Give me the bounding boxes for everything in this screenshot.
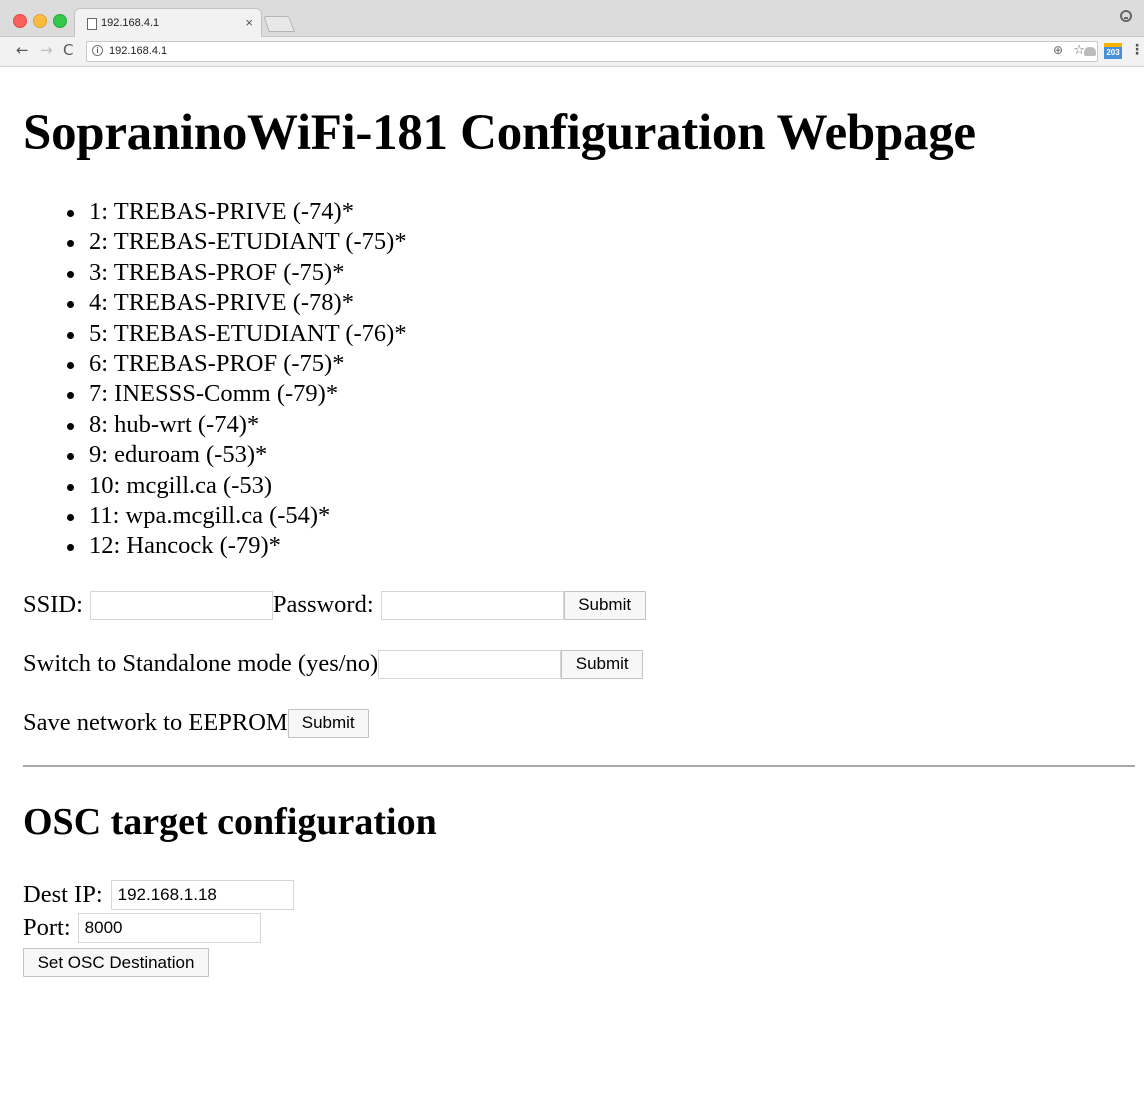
password-label: Password: [272,591,374,618]
dest-ip-input[interactable] [110,880,294,910]
address-bar[interactable]: i 192.168.4.1 ⊕ ☆ [86,41,1098,62]
list-item: 1: TREBAS-PRIVE (-74)* [67,197,407,227]
dest-ip-label: Dest IP: [23,881,103,908]
profile-icon[interactable] [1120,10,1132,22]
list-item: 7: INESSS-Comm (-79)* [67,379,407,409]
list-item: 9: eduroam (-53)* [67,440,407,470]
port-input[interactable] [77,913,261,943]
password-input[interactable] [380,590,564,620]
document-icon [87,18,97,30]
standalone-submit-button[interactable]: Submit [561,649,644,679]
eeprom-form: Save network to EEPROM Submit [23,708,369,738]
port-label: Port: [23,914,71,941]
divider [23,765,1135,767]
zoom-icon[interactable]: ⊕ [1053,43,1063,57]
osc-heading: OSC target configuration [23,801,437,843]
osc-button-row: Set OSC Destination [23,948,209,977]
standalone-input[interactable] [378,649,562,679]
list-item: 3: TREBAS-PROF (-75)* [67,258,407,288]
calendar-icon[interactable]: 203 [1104,43,1122,59]
browser-chrome: 192.168.4.1 × ← → C i 192.168.4.1 ⊕ ☆ 20… [0,0,1144,67]
forward-icon[interactable]: → [40,41,53,59]
menu-icon[interactable]: ⋮ [1130,42,1144,58]
maximize-window-button[interactable] [53,14,67,28]
eeprom-submit-button[interactable]: Submit [287,708,369,738]
close-window-button[interactable] [13,14,27,28]
tab-strip: 192.168.4.1 × [0,0,1144,37]
list-item: 5: TREBAS-ETUDIANT (-76)* [67,319,407,349]
network-list: 1: TREBAS-PRIVE (-74)* 2: TREBAS-ETUDIAN… [23,197,407,562]
ssid-label: SSID: [23,591,83,618]
list-item: 2: TREBAS-ETUDIANT (-75)* [67,227,407,257]
tab-active[interactable]: 192.168.4.1 × [74,8,262,37]
standalone-label: Switch to Standalone mode (yes/no) [23,650,379,677]
network-submit-button[interactable]: Submit [563,590,646,620]
tab-title: 192.168.4.1 [101,17,160,29]
list-item: 11: wpa.mcgill.ca (-54)* [67,501,407,531]
drive-icon[interactable] [1084,47,1096,56]
list-item: 4: TREBAS-PRIVE (-78)* [67,288,407,318]
url-text[interactable]: 192.168.4.1 [109,45,167,57]
list-item: 6: TREBAS-PROF (-75)* [67,349,407,379]
new-tab-button[interactable] [263,16,295,32]
set-osc-destination-button[interactable]: Set OSC Destination [23,948,209,977]
eeprom-label: Save network to EEPROM [23,709,288,736]
browser-toolbar: ← → C i 192.168.4.1 ⊕ ☆ 203 ⋮ [0,37,1144,65]
info-icon[interactable]: i [92,45,103,56]
network-form: SSID: Password: Submit [23,590,646,620]
dest-ip-row: Dest IP: [23,880,294,910]
page-title: SopraninoWiFi-181 Configuration Webpage [23,105,976,161]
close-icon[interactable]: × [245,15,253,30]
ssid-input[interactable] [89,590,273,620]
back-icon[interactable]: ← [16,41,29,59]
list-item: 8: hub-wrt (-74)* [67,410,407,440]
list-item: 12: Hancock (-79)* [67,531,407,561]
standalone-form: Switch to Standalone mode (yes/no) Submi… [23,649,644,679]
reload-icon[interactable]: C [63,41,73,59]
minimize-window-button[interactable] [33,14,47,28]
port-row: Port: [23,913,261,943]
list-item: 10: mcgill.ca (-53) [67,471,407,501]
